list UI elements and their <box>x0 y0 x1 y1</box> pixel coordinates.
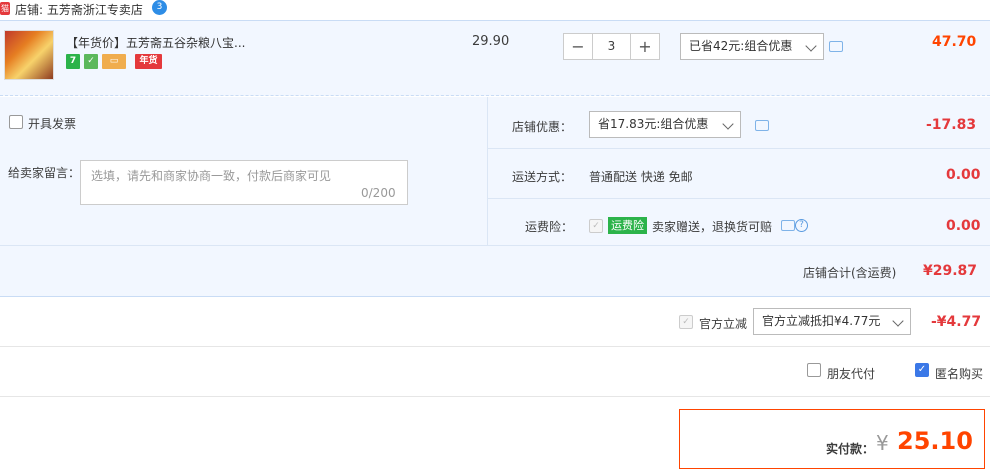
divider <box>487 148 990 149</box>
official-discount-label: 官方立减 <box>699 317 748 331</box>
official-discount-amount: -¥4.77 <box>931 314 982 330</box>
tmall-shop-icon: 猫 <box>0 2 10 15</box>
promo-select[interactable]: 已省42元:组合优惠 <box>680 33 824 60</box>
new-year-goods-tag: 年货 <box>135 54 162 69</box>
shop-name[interactable]: 店铺: 五芳斋浙江专卖店 <box>15 1 143 18</box>
insurance-badge: 运费险 <box>608 217 647 234</box>
message-label: 给卖家留言： <box>8 166 81 180</box>
currency-symbol: ¥ <box>876 431 889 455</box>
insurance-text: 卖家赠送，退换货可赔 <box>652 220 773 234</box>
chevron-down-icon <box>805 40 817 52</box>
chat-icon[interactable] <box>829 41 843 52</box>
official-discount-value: 官方立减抵扣¥4.77元 <box>762 314 881 328</box>
insurance-label: 运费险： <box>525 220 574 234</box>
payment-label: 实付款： <box>826 442 875 456</box>
seven-day-return-icon: 7 <box>66 54 80 69</box>
divider <box>0 396 990 397</box>
subtotal-label: 店铺合计(含运费) <box>803 266 897 280</box>
chat-icon[interactable] <box>781 220 795 231</box>
insurance-checkbox: ✓ <box>589 219 603 233</box>
chevron-down-icon <box>722 118 734 130</box>
anonymous-checkbox[interactable]: ✓ <box>915 363 929 377</box>
quantity-stepper: − 3 + <box>563 33 660 60</box>
unit-price: 29.90 <box>472 34 510 49</box>
increase-button[interactable]: + <box>631 34 659 59</box>
card-payment-icon: ▭ <box>102 54 126 69</box>
shop-badge[interactable]: 3 <box>152 0 167 15</box>
divider <box>487 198 990 199</box>
official-discount-select[interactable]: 官方立减抵扣¥4.77元 <box>753 308 911 335</box>
shop-discount-amount: -17.83 <box>926 117 977 133</box>
decrease-button[interactable]: − <box>564 34 592 59</box>
quantity-input[interactable]: 3 <box>592 34 631 59</box>
shop-discount-select[interactable]: 省17.83元:组合优惠 <box>589 111 741 138</box>
subtotal-amount: ¥29.87 <box>923 263 978 279</box>
message-char-counter: 0/200 <box>361 186 396 200</box>
guarantee-icon: ✓ <box>84 54 98 69</box>
help-icon[interactable]: ? <box>795 219 808 232</box>
divider <box>0 346 990 347</box>
friend-pay-checkbox[interactable] <box>807 363 821 377</box>
product-thumbnail[interactable] <box>4 30 54 80</box>
shipping-amount: 0.00 <box>946 167 981 183</box>
payment-amount: 25.10 <box>897 427 973 455</box>
shipping-method: 普通配送 快递 免邮 <box>589 170 693 184</box>
item-total-price: 47.70 <box>932 34 977 50</box>
seller-message-input[interactable]: 选填，请先和商家协商一致，付款后商家可见 <box>80 160 408 205</box>
invoice-checkbox[interactable] <box>9 115 23 129</box>
shop-discount-value: 省17.83元:组合优惠 <box>598 117 709 131</box>
item-title[interactable]: 【年货价】五芳斋五谷杂粮八宝... <box>66 34 245 51</box>
anonymous-label: 匿名购买 <box>935 367 984 381</box>
official-discount-checkbox: ✓ <box>679 315 693 329</box>
shop-discount-label: 店铺优惠： <box>512 120 573 134</box>
chat-icon[interactable] <box>755 120 769 131</box>
insurance-amount: 0.00 <box>946 218 981 234</box>
divider <box>487 97 488 245</box>
friend-pay-label: 朋友代付 <box>827 367 876 381</box>
shipping-label: 运送方式： <box>512 170 573 184</box>
invoice-label: 开具发票 <box>28 117 77 131</box>
chevron-down-icon <box>892 315 904 327</box>
promo-select-value: 已省42元:组合优惠 <box>689 39 793 53</box>
